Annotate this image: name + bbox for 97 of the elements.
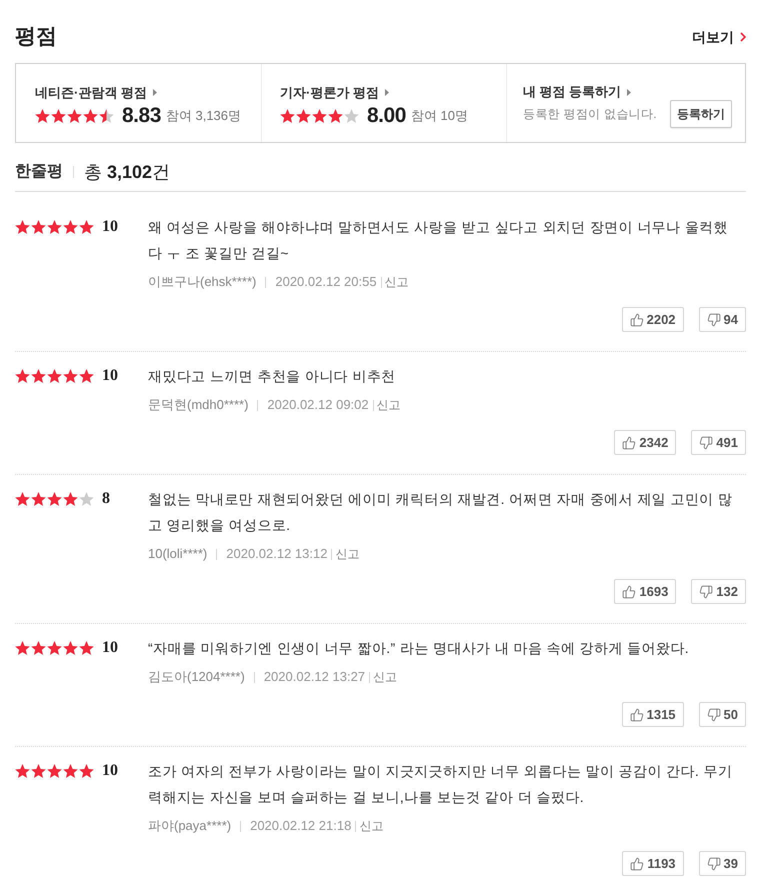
thumbs-down-icon (706, 312, 721, 326)
star-icon (312, 108, 327, 122)
star-icon (328, 108, 343, 122)
review-score: 10 (102, 761, 118, 781)
reviews-title: 한줄평 (15, 162, 63, 182)
star-icon (63, 492, 78, 506)
like-button[interactable]: 1693 (614, 579, 676, 604)
caret-icon (384, 89, 389, 96)
star-icon (63, 641, 78, 655)
thumbs-down-icon (706, 708, 721, 722)
star-icon (79, 492, 94, 506)
star-icon (47, 220, 62, 234)
thumbs-down-icon (706, 856, 721, 870)
star-icon (15, 492, 30, 506)
review-score: 10 (102, 638, 118, 658)
star-icon (79, 641, 94, 655)
review-text: 철없는 막내로만 재현되어왔던 에이미 캐릭터의 재발견. 어쩌면 자매 중에서 제일 고민이 많고 영리했을 여성으로. (148, 490, 733, 535)
review-score: 8 (102, 489, 110, 509)
review-text: “자매를 미워하기엔 인생이 너무 짧아.” 라는 명대사가 내 마음 속에 강하게 들어왔다. (148, 639, 690, 658)
star-icon (63, 764, 78, 778)
like-button[interactable]: 2342 (614, 430, 676, 455)
star-icon (79, 220, 94, 234)
thumbs-down-icon (699, 584, 714, 598)
rating-category-link[interactable]: 네티즌·관람객 평점 (35, 84, 261, 100)
thumbs-up-icon (622, 584, 636, 598)
chevron-right-icon (740, 32, 746, 42)
register-rating-link[interactable]: 내 평점 등록하기 (523, 84, 732, 100)
empty-rating-message: 등록한 평점이 없습니다. (523, 106, 657, 122)
thumbs-down-icon (699, 436, 714, 450)
review-author: 이쁘구나(ehsk****) (148, 273, 256, 292)
star-icon (296, 108, 311, 122)
review-author: 김도아(1204****) (148, 668, 245, 686)
review-text: 재밌다고 느끼면 추천을 아니다 비추천 (148, 367, 397, 386)
review-date: 2020.02.12 09:02 (267, 396, 369, 414)
caret-icon (152, 89, 157, 96)
star-icon (344, 108, 359, 122)
star-icon (63, 220, 78, 234)
star-icon (79, 764, 94, 778)
average-score: 8.83 (122, 104, 161, 128)
star-icon (63, 369, 78, 383)
review-date: 2020.02.12 13:27 (264, 668, 366, 686)
review-text: 조가 여자의 전부가 사랑이라는 말이 지긋지긋하지만 너무 외롭다는 말이 공감이 간다. 무기력해지는 자신을 보며 슬퍼하는 걸 보니,나를 보는것 같아 더 슬펐다. (148, 762, 733, 807)
star-icon (47, 641, 62, 655)
report-link[interactable]: 신고 (384, 273, 409, 291)
star-icon (15, 369, 30, 383)
review-date: 2020.02.12 21:18 (250, 817, 352, 836)
thumbs-up-icon (630, 312, 644, 326)
star-icon (15, 641, 30, 655)
review-author: 파야(paya****) (148, 817, 232, 836)
review-author: 10(loli****) (148, 545, 208, 564)
review-date: 2020.02.12 20:55 (275, 273, 377, 292)
star-icon (51, 108, 66, 122)
participant-count: 참여 10명 (410, 108, 468, 124)
star-icon (280, 108, 295, 122)
like-button[interactable]: 1193 (622, 851, 684, 876)
star-icon (15, 764, 30, 778)
star-icon (31, 641, 46, 655)
register-button[interactable]: 등록하기 (670, 100, 732, 128)
participant-count: 참여 3,136명 (166, 108, 242, 124)
star-icon (15, 220, 30, 234)
review-date: 2020.02.12 13:12 (226, 545, 328, 564)
star-icon (99, 108, 114, 122)
like-button[interactable]: 2202 (622, 307, 684, 332)
report-link[interactable]: 신고 (359, 817, 384, 835)
star-icon (35, 108, 50, 122)
star-icon (47, 492, 62, 506)
dislike-button[interactable]: 132 (691, 579, 746, 604)
star-icon (79, 369, 94, 383)
star-icon (31, 492, 46, 506)
thumbs-up-icon (622, 436, 636, 450)
caret-icon (627, 88, 632, 96)
thumbs-up-icon (630, 708, 644, 722)
star-icon (67, 108, 82, 122)
section-title: 평점 (15, 24, 57, 50)
review-score: 10 (102, 217, 118, 237)
dislike-button[interactable]: 94 (698, 307, 746, 332)
review-total-count: 총 3,102건 (84, 160, 170, 184)
thumbs-up-icon (630, 856, 644, 870)
dislike-button[interactable]: 491 (691, 430, 746, 455)
star-icon (47, 764, 62, 778)
review-text: 왜 여성은 사랑을 해야하냐며 말하면서도 사랑을 받고 싶다고 외치던 장면이 너무나 울컥했다 ㅜ 조 꽃길만 걷길~ (148, 218, 729, 263)
review-score: 10 (102, 366, 118, 386)
report-link[interactable]: 신고 (376, 396, 401, 414)
review-author: 문덕현(mdh0****) (148, 396, 248, 414)
dislike-button[interactable]: 50 (698, 702, 746, 727)
report-link[interactable]: 신고 (335, 545, 360, 563)
more-link[interactable]: 더보기 (692, 26, 746, 48)
average-score: 8.00 (367, 104, 406, 128)
report-link[interactable]: 신고 (373, 668, 398, 686)
like-button[interactable]: 1315 (622, 702, 684, 727)
star-icon (31, 220, 46, 234)
dislike-button[interactable]: 39 (698, 851, 746, 876)
star-icon (31, 369, 46, 383)
star-icon (47, 369, 62, 383)
star-icon (31, 764, 46, 778)
star-icon (83, 108, 98, 122)
rating-category-link[interactable]: 기자·평론가 평점 (280, 84, 506, 100)
